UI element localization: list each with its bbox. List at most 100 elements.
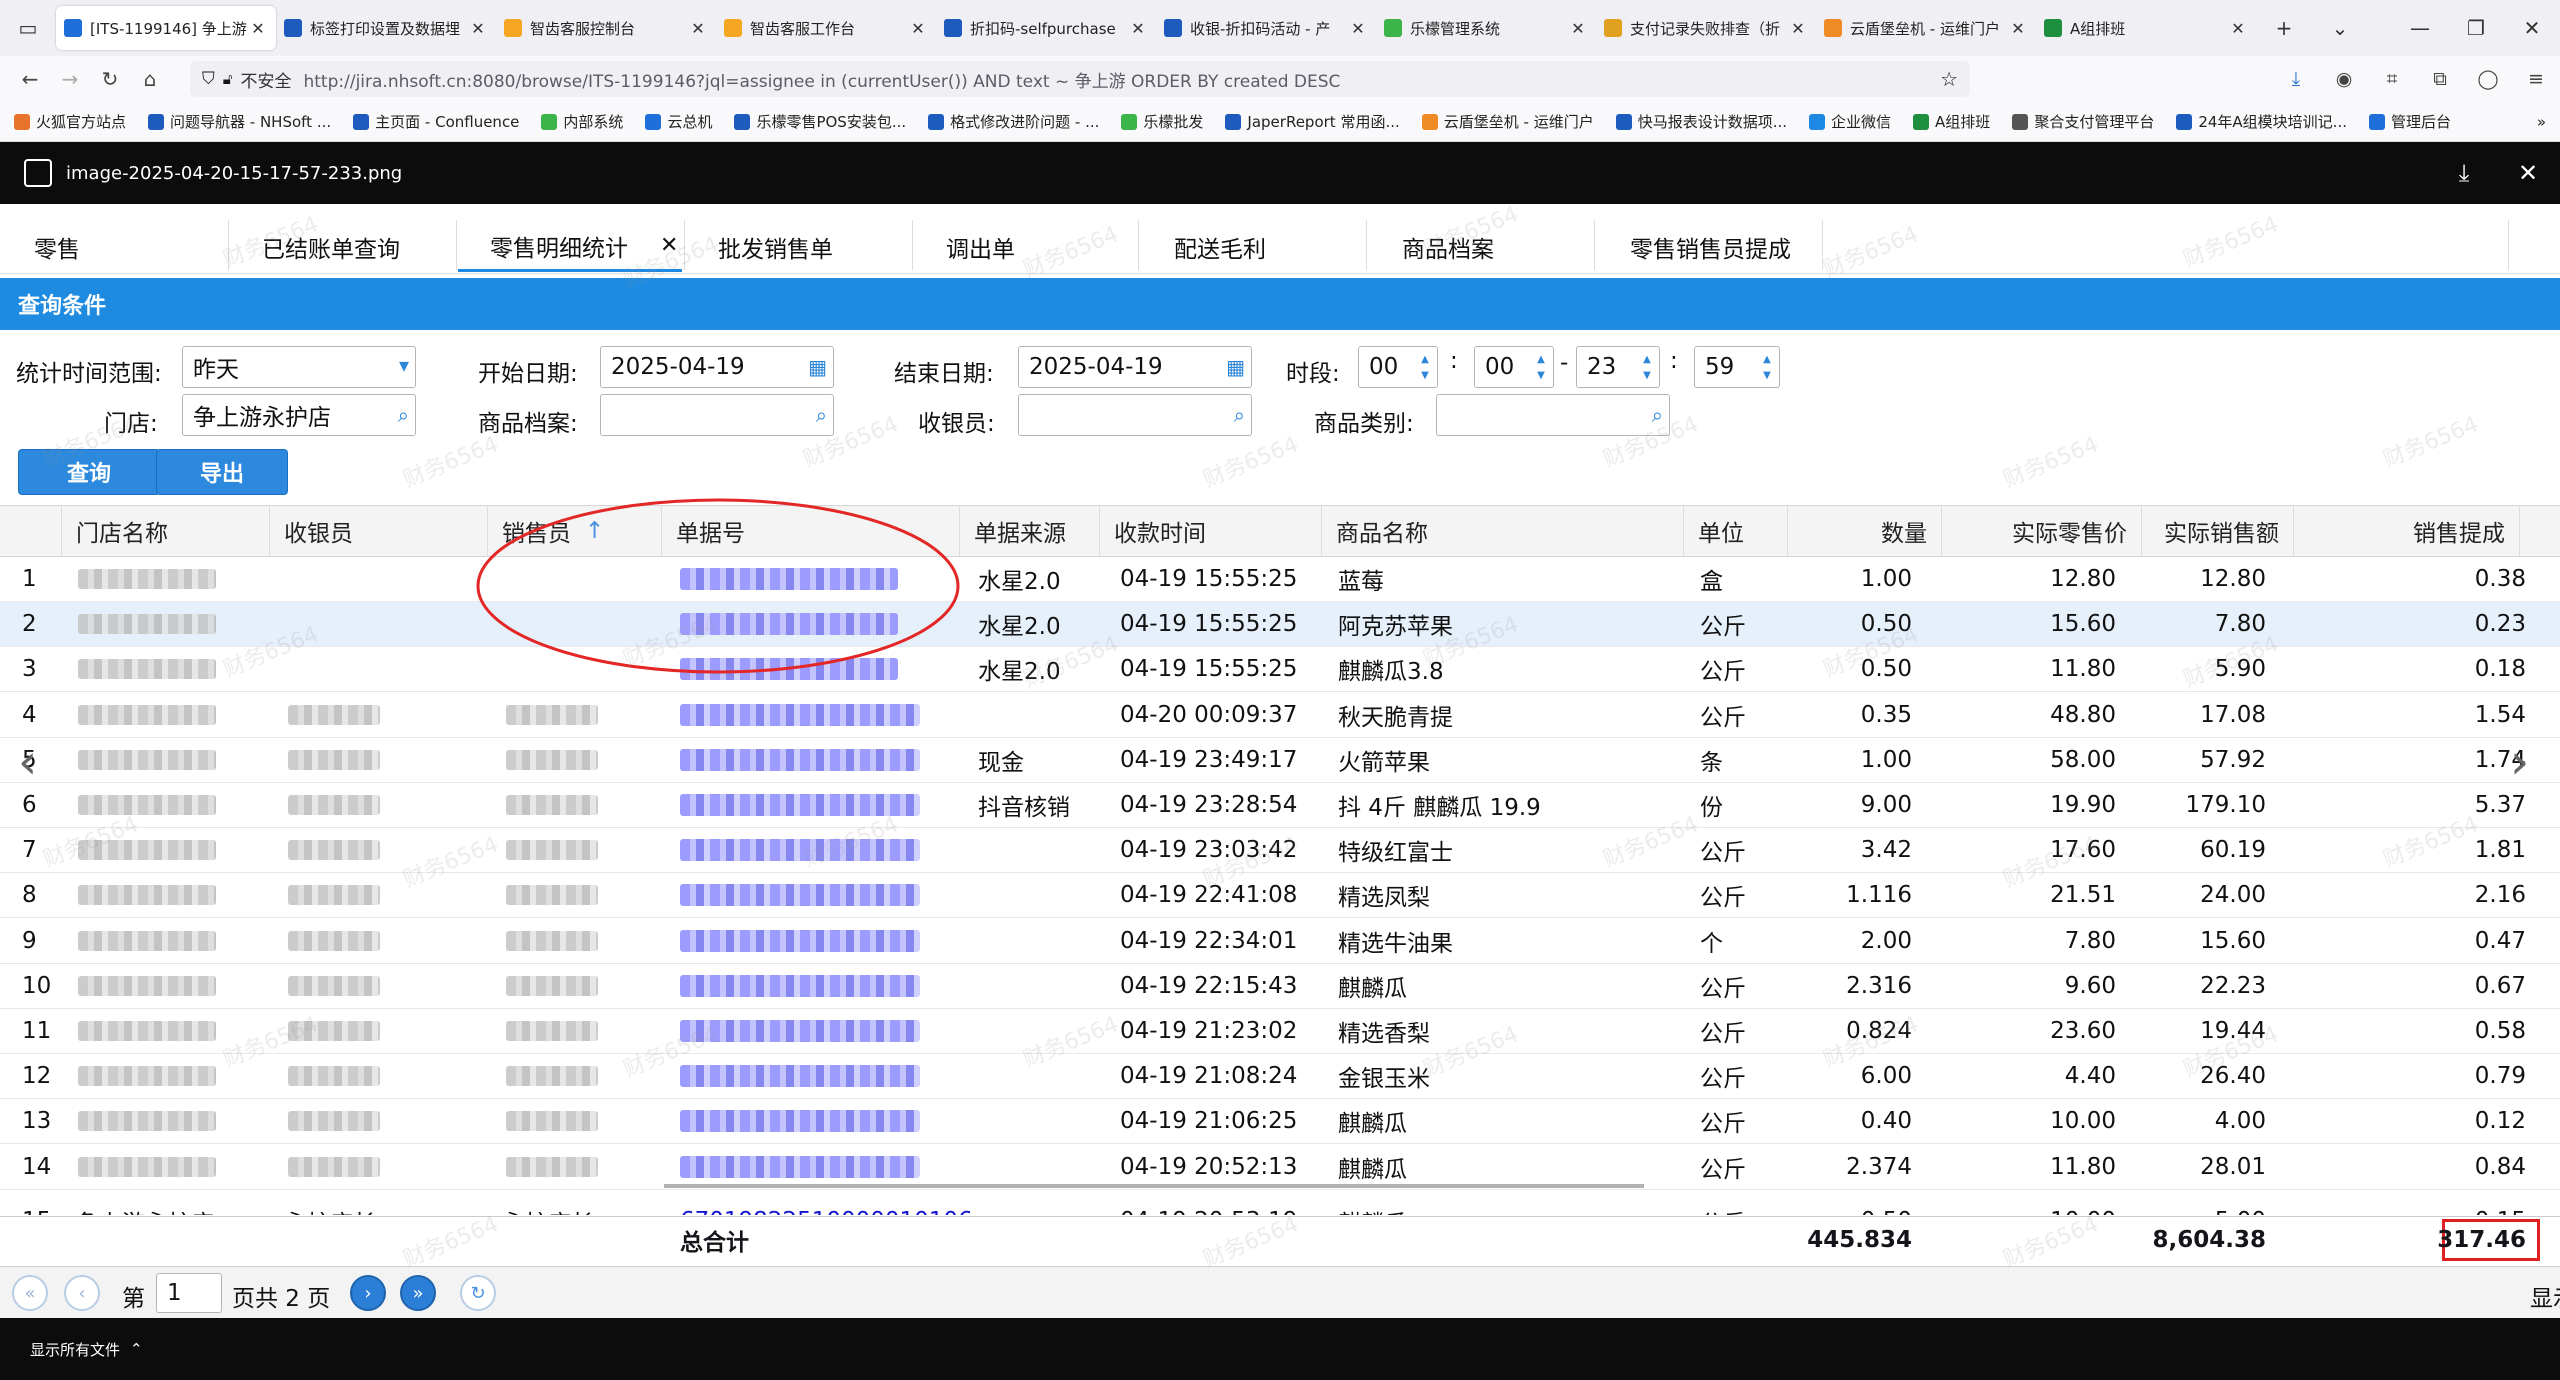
table-row[interactable]: 3 水星2.0 04-19 15:55:25 麒麟瓜3.8 公斤 0.50 11.80 5.9… <box>0 647 2560 693</box>
show-all-files-link[interactable]: 显示所有文件 <box>30 1339 120 1360</box>
bill-no-link[interactable] <box>680 964 920 1008</box>
download-icon[interactable]: ⤓ <box>2432 159 2496 187</box>
store-input[interactable]: 争上游永护店 ⌕ <box>182 394 416 436</box>
start-date-input[interactable]: 2025-04-19 ▦ <box>600 346 834 388</box>
bookmark-item[interactable]: 聚合支付管理平台 <box>2012 111 2154 132</box>
col-sales-amount[interactable]: 实际销售额 <box>2142 506 2294 556</box>
spin-up-icon[interactable]: ▲ <box>1639 353 1655 367</box>
end-hour-stepper[interactable]: 23 ▲ ▼ <box>1576 346 1660 388</box>
home-icon[interactable]: ⌂ <box>130 67 170 91</box>
bookmark-item[interactable]: A组排班 <box>1913 111 1990 132</box>
url-text[interactable]: http://jira.nhsoft.cn:8080/browse/ITS-11… <box>303 67 1940 92</box>
tab-close-icon[interactable]: ✕ <box>1348 19 1368 38</box>
bookmark-item[interactable]: JaperReport 常用函... <box>1225 111 1400 132</box>
tab-delivery-margin[interactable]: 配送毛利 <box>1174 222 1266 272</box>
browser-tab[interactable]: 标签打印设置及数据埋 ✕ <box>276 6 496 50</box>
next-page-icon[interactable]: › <box>350 1275 386 1311</box>
tab-close-icon[interactable]: ✕ <box>248 19 268 38</box>
col-store[interactable]: 门店名称 <box>62 506 270 556</box>
bookmark-item[interactable]: 乐檬批发 <box>1121 111 1203 132</box>
start-hour-stepper[interactable]: 00 ▲ ▼ <box>1358 346 1438 388</box>
reload-icon[interactable]: ↻ <box>90 67 130 91</box>
cashier-input[interactable]: ⌕ <box>1018 394 1252 436</box>
tab-close-icon[interactable]: ✕ <box>1128 19 1148 38</box>
table-row[interactable]: 5 现金 04-19 23:49:17 火箭苹果条 1.00 58.00 57.92 1.74 <box>0 738 2560 783</box>
category-input[interactable]: ⌕ <box>1436 394 1670 436</box>
bill-no-link[interactable]: 67019822510000010106 <box>680 1199 973 1215</box>
bookmark-item[interactable]: 企业微信 <box>1809 111 1891 132</box>
spin-up-icon[interactable]: ▲ <box>1417 353 1433 367</box>
bookmark-item[interactable]: 乐檬零售POS安装包... <box>734 111 906 132</box>
search-icon[interactable]: ⌕ <box>1234 403 1245 427</box>
tab-transfer-out[interactable]: 调出单 <box>946 222 1015 272</box>
bookmark-item[interactable]: 云盾堡垒机 - 运维门户 <box>1421 111 1594 132</box>
tab-sales-commission[interactable]: 零售销售员提成 <box>1630 222 1791 272</box>
search-icon[interactable]: ⌕ <box>1652 403 1663 427</box>
tab-close-icon[interactable]: ✕ <box>908 19 928 38</box>
tab-retail[interactable]: 零售 <box>34 222 80 272</box>
tab-settled-bills[interactable]: 已结账单查询 <box>262 222 400 272</box>
bill-no-link[interactable] <box>680 693 920 737</box>
bookmark-item[interactable]: 格式修改进阶问题 - ... <box>928 111 1099 132</box>
table-row[interactable]: 4 04-20 00:09:37 秋天脆青提 公斤 0.35 48.80 17.08 1.54 <box>0 693 2560 738</box>
table-row[interactable]: 9 04-19 22:34:01 精选牛油果 个 2.00 7.80 15.60 0.47 <box>0 919 2560 964</box>
tab-close-icon[interactable]: ✕ <box>1788 19 1808 38</box>
col-pay-time[interactable]: 收款时间 <box>1100 506 1322 556</box>
table-row[interactable]: 7 04-19 23:03:42 特级红富士 公斤 3.42 17.60 60.19 1.81 <box>0 828 2560 874</box>
start-minute-stepper[interactable]: 00 ▲ ▼ <box>1474 346 1554 388</box>
bill-no-link[interactable] <box>680 1009 920 1053</box>
table-row[interactable]: 8 04-19 22:41:08 精选凤梨 公斤 1.116 21.51 24.00 2.16 <box>0 873 2560 919</box>
table-row-partial[interactable]: 15 争上游永护店 永护店长 永护店长 67019822510000010106… <box>0 1187 2560 1215</box>
restore-icon[interactable]: ❐ <box>2448 16 2504 40</box>
calendar-icon[interactable]: ▦ <box>1226 355 1245 379</box>
browser-tab[interactable]: 云盾堡垒机 - 运维门户 ✕ <box>1816 6 2036 50</box>
bookmark-item[interactable]: 云总机 <box>645 111 712 132</box>
forward-icon[interactable]: → <box>50 67 90 91</box>
bill-no-link[interactable] <box>680 1099 920 1143</box>
table-row[interactable]: 13 04-19 21:06:25 麒麟瓜 公斤 0.40 10.00 4.00 0.12 <box>0 1099 2560 1145</box>
bookmark-star-icon[interactable]: ☆ <box>1940 67 1958 91</box>
spin-down-icon[interactable]: ▼ <box>1759 369 1775 383</box>
bookmark-item[interactable]: 主页面 - Confluence <box>353 111 519 132</box>
bookmark-item[interactable]: 问题导航器 - NHSoft ... <box>148 111 331 132</box>
bill-no-link[interactable] <box>680 919 920 963</box>
table-row[interactable]: 1 水星2.0 04-19 15:55:25 蓝莓 盒 1.00 12.80 12.80 0.3… <box>0 557 2560 602</box>
refresh-icon[interactable]: ↻ <box>460 1275 496 1311</box>
tab-product-archive[interactable]: 商品档案 <box>1402 222 1494 272</box>
col-product-name[interactable]: 商品名称 <box>1322 506 1684 556</box>
bill-no-link[interactable] <box>680 783 920 827</box>
bill-no-link[interactable] <box>680 828 920 872</box>
table-row[interactable]: 10 04-19 22:15:43 麒麟瓜 公斤 2.316 9.60 22.23 0.67 <box>0 964 2560 1009</box>
table-row[interactable]: 11 04-19 21:23:02 精选香梨 公斤 0.824 23.60 19.44 0.5… <box>0 1009 2560 1054</box>
spin-up-icon[interactable]: ▲ <box>1533 353 1549 367</box>
new-tab-button[interactable]: + <box>2256 16 2312 40</box>
tab-close-icon[interactable]: ✕ <box>1568 19 1588 38</box>
query-button[interactable]: 查询 <box>18 449 160 495</box>
page-number-input[interactable]: 1 <box>156 1273 222 1313</box>
close-window-icon[interactable]: ✕ <box>2504 16 2560 40</box>
tab-close-icon[interactable]: ✕ <box>468 19 488 38</box>
next-image-icon[interactable]: › <box>2510 734 2529 790</box>
col-source[interactable]: 单据来源 <box>960 506 1100 556</box>
spin-down-icon[interactable]: ▼ <box>1417 369 1433 383</box>
tab-overview-icon[interactable]: ▭ <box>0 0 56 56</box>
chevron-down-icon[interactable]: ▾ <box>399 353 409 377</box>
browser-tab[interactable]: 支付记录失败排查（折 ✕ <box>1596 6 1816 50</box>
col-retail-price[interactable]: 实际零售价 <box>1942 506 2142 556</box>
col-quantity[interactable]: 数量 <box>1788 506 1942 556</box>
tab-wholesale[interactable]: 批发销售单 <box>718 222 833 272</box>
range-select[interactable]: 昨天 ▾ <box>182 346 416 388</box>
minimize-icon[interactable]: — <box>2392 16 2448 40</box>
account-icon[interactable]: ◯ <box>2464 68 2512 90</box>
tab-retail-detail[interactable]: 零售明细统计 ✕ <box>458 222 682 272</box>
bookmark-item[interactable]: 内部系统 <box>541 111 623 132</box>
bill-no-link[interactable] <box>680 873 920 917</box>
spin-down-icon[interactable]: ▼ <box>1533 369 1549 383</box>
bill-no-link[interactable] <box>680 1145 920 1189</box>
crop-icon[interactable]: ⌗ <box>2368 68 2416 90</box>
col-unit[interactable]: 单位 <box>1684 506 1788 556</box>
tab-close-icon[interactable]: ✕ <box>660 233 678 258</box>
previous-image-icon[interactable]: ‹ <box>18 734 37 790</box>
extensions-icon[interactable]: ⧉ <box>2416 68 2464 90</box>
bill-no-link[interactable] <box>680 1054 920 1098</box>
